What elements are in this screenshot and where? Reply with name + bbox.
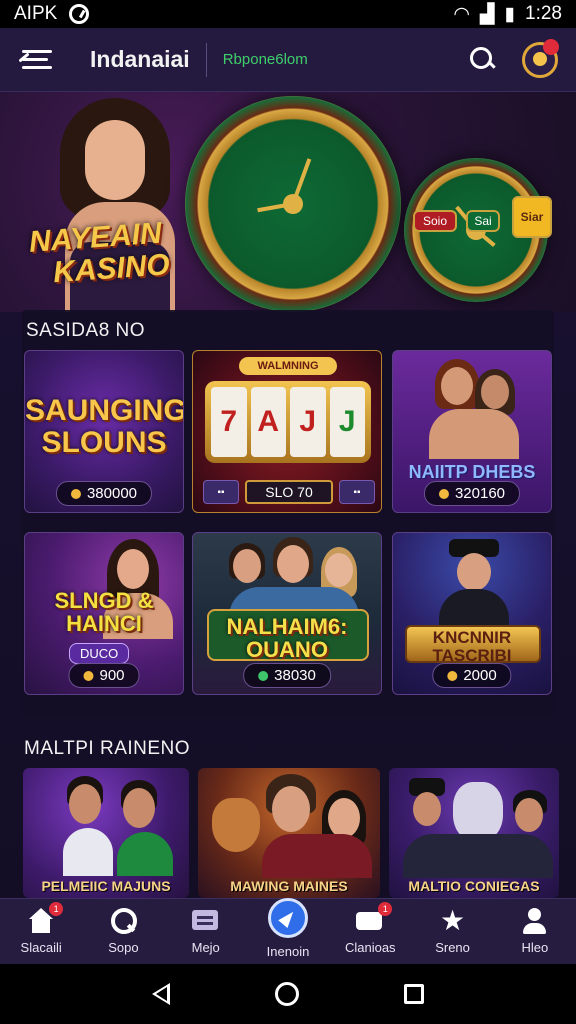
game-card[interactable]: NALHAIM6: OUANO 38030 bbox=[192, 532, 382, 695]
notification-badge bbox=[543, 38, 559, 55]
app-screen: AIPK ◠ ▟ ▮ 1:28 Indanaiai Rbpone6lom NAY… bbox=[0, 0, 576, 1024]
profile-avatar[interactable] bbox=[522, 38, 559, 78]
nav-item-home[interactable]: 1 Slacaili bbox=[0, 899, 82, 964]
system-navigation-bar bbox=[0, 964, 576, 1024]
nav-badge: 1 bbox=[378, 902, 393, 916]
slot-reel: A bbox=[250, 387, 286, 457]
hero-chip-gold: Siar bbox=[512, 196, 552, 238]
card-character-image bbox=[229, 537, 359, 617]
nav-item-messages[interactable]: Mejo bbox=[165, 899, 247, 964]
app-title: Indanaiai bbox=[90, 46, 190, 72]
slot-marquee: WALMNING bbox=[239, 357, 337, 375]
more-game-card[interactable]: MAWING MAINES bbox=[198, 768, 380, 898]
card-character-image bbox=[403, 774, 553, 878]
carrier-label: AIPK bbox=[14, 3, 58, 24]
battery-icon: ▮ bbox=[504, 3, 516, 25]
star-icon: ★ bbox=[439, 905, 466, 936]
search-icon bbox=[109, 908, 138, 934]
more-game-label: MAWING MAINES bbox=[230, 878, 348, 894]
home-button-icon[interactable] bbox=[274, 982, 299, 1006]
game-jackpot: 320160 bbox=[423, 481, 521, 506]
game-jackpot: 2000 bbox=[432, 663, 512, 688]
roulette-wheel-large bbox=[185, 96, 401, 312]
compass-icon bbox=[267, 898, 308, 938]
game-card[interactable]: SLNGD & HAINCI DUCO 900 bbox=[24, 532, 184, 695]
slot-side-button-left[interactable]: ▪▪ bbox=[203, 480, 239, 504]
game-title: SAUNGING SLOUNS bbox=[25, 394, 184, 459]
app-bar: Indanaiai Rbpone6lom bbox=[0, 28, 576, 92]
card-character-image bbox=[63, 776, 173, 876]
card-character-image bbox=[429, 359, 519, 459]
nav-label: Hleo bbox=[521, 940, 549, 955]
coin-icon bbox=[438, 489, 449, 500]
more-game-label: PELMEIIC MAJUNS bbox=[41, 878, 171, 894]
more-game-card[interactable]: MALTIO CONIEGAS bbox=[389, 768, 559, 898]
slot-reel: 7 bbox=[211, 387, 247, 457]
user-icon bbox=[521, 908, 549, 934]
bottom-navigation: 1 Slacaili Sopo Mejo Inenoin 1 Clanioas … bbox=[0, 898, 576, 964]
nav-label: Inenoin bbox=[266, 944, 310, 959]
title-divider bbox=[205, 42, 207, 77]
hero-brand-logo: NAYEAIN KASINO bbox=[28, 217, 171, 290]
card-character-image bbox=[212, 774, 372, 878]
signal-icon: ▟ bbox=[479, 3, 495, 25]
coin-icon bbox=[447, 671, 458, 682]
game-title: NALHAIM6: OUANO bbox=[226, 614, 348, 663]
game-title: SLNGD & HAINCI bbox=[54, 588, 154, 637]
hero-brand-line2: KASINO bbox=[52, 247, 171, 289]
nav-label: Sopo bbox=[108, 940, 139, 955]
slot-reel: J bbox=[329, 387, 365, 457]
nav-label: Mejo bbox=[191, 940, 220, 955]
nav-item-search[interactable]: Sopo bbox=[82, 899, 164, 964]
search-icon[interactable] bbox=[470, 46, 496, 73]
card-character-image bbox=[439, 539, 509, 625]
sync-icon bbox=[69, 4, 90, 24]
coin-icon bbox=[70, 489, 81, 500]
game-subtitle: DUCO bbox=[69, 643, 130, 664]
app-subtitle[interactable]: Rbpone6lom bbox=[223, 51, 308, 68]
nav-item-channels[interactable]: 1 Clanioas bbox=[329, 899, 411, 964]
hero-chip-red: Soio bbox=[413, 210, 457, 232]
home-icon: 1 bbox=[27, 902, 64, 934]
menu-icon[interactable] bbox=[18, 46, 54, 74]
nav-label: Sreno bbox=[435, 940, 470, 955]
hero-banner[interactable]: NAYEAIN KASINO Soio Sai Siar bbox=[0, 92, 576, 312]
game-card[interactable]: NAIITP DHEBS 320160 bbox=[392, 350, 552, 513]
nav-item-favorites[interactable]: ★ Sreno bbox=[411, 899, 493, 964]
coin-icon bbox=[83, 671, 94, 682]
slot-spin-button[interactable]: SLO 70 bbox=[245, 480, 333, 504]
nav-item-profile[interactable]: Hleo bbox=[494, 899, 576, 964]
status-bar: AIPK ◠ ▟ ▮ 1:28 bbox=[0, 0, 576, 28]
game-title: NAIITP DHEBS bbox=[408, 462, 536, 482]
slot-side-button-right[interactable]: ▪▪ bbox=[339, 480, 375, 504]
game-jackpot: 380000 bbox=[55, 481, 153, 506]
back-icon[interactable] bbox=[152, 983, 171, 1005]
featured-section-title: SASIDA8 NO bbox=[26, 320, 146, 341]
slot-reel: J bbox=[290, 387, 326, 457]
nav-label: Clanioas bbox=[344, 940, 396, 955]
game-jackpot: 900 bbox=[68, 663, 140, 688]
more-section-title: MALTPI RAINENO bbox=[24, 738, 191, 759]
hero-chip-green: Sai bbox=[466, 210, 500, 232]
nav-label: Slacaili bbox=[20, 940, 62, 955]
message-icon bbox=[191, 908, 220, 934]
game-card[interactable]: KNCNNIR TASCRIBI 2000 bbox=[392, 532, 552, 695]
slot-reels-frame: 7 A J J bbox=[205, 381, 371, 463]
nav-badge: 1 bbox=[49, 902, 64, 916]
game-jackpot: 38030 bbox=[243, 663, 331, 688]
more-game-label: MALTIO CONIEGAS bbox=[408, 878, 540, 894]
channel-icon: 1 bbox=[356, 902, 393, 934]
game-card[interactable]: SAUNGING SLOUNS 380000 bbox=[24, 350, 184, 513]
game-card[interactable]: WALMNING 7 A J J ▪▪ SLO 70 ▪▪ bbox=[192, 350, 382, 513]
nav-item-center[interactable]: Inenoin bbox=[247, 898, 329, 964]
more-game-card[interactable]: PELMEIIC MAJUNS bbox=[23, 768, 189, 898]
game-title: KNCNNIR TASCRIBI bbox=[432, 628, 512, 665]
wifi-icon: ◠ bbox=[453, 3, 470, 25]
recents-icon[interactable] bbox=[403, 984, 424, 1004]
coin-icon bbox=[258, 671, 269, 682]
clock-label: 1:28 bbox=[525, 3, 562, 24]
